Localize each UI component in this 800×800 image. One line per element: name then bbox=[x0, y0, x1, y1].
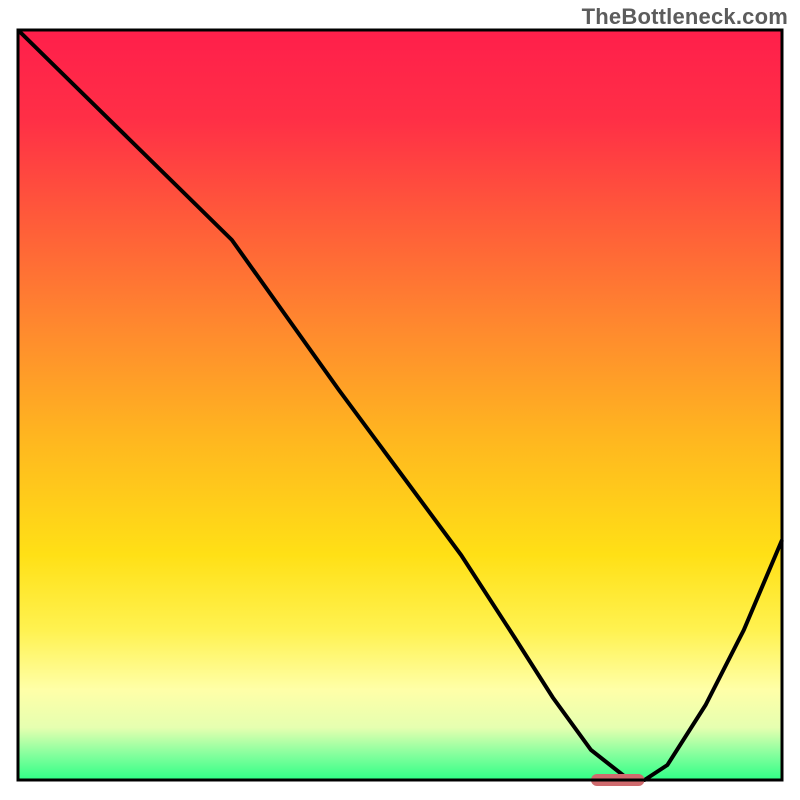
watermark-text: TheBottleneck.com bbox=[582, 4, 788, 30]
chart-container: TheBottleneck.com bbox=[0, 0, 800, 800]
chart-svg bbox=[0, 0, 800, 800]
